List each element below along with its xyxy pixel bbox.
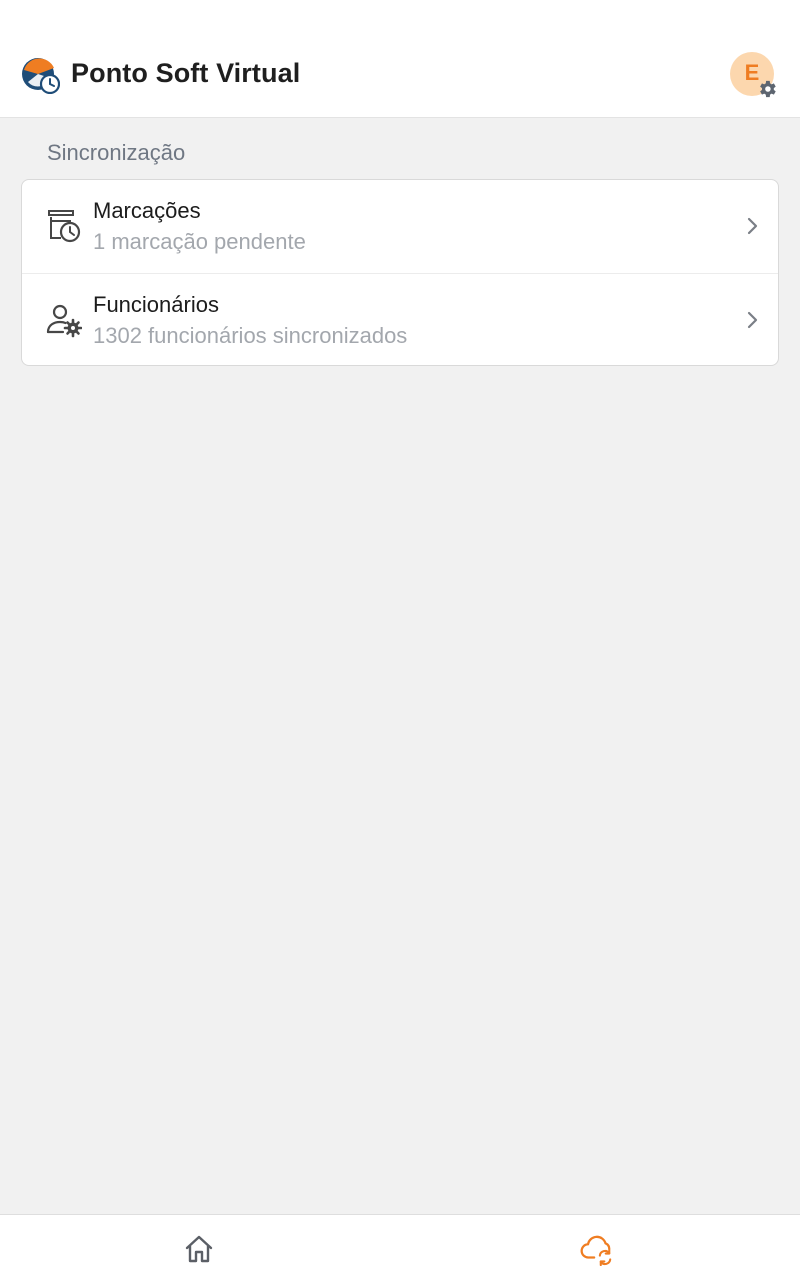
gear-icon [760,80,776,98]
app-title: Ponto Soft Virtual [71,58,301,88]
app-root: Ponto Soft Virtual E Sincronização Marca… [0,0,800,1280]
nav-home-button[interactable] [0,1215,400,1280]
user-avatar-button[interactable]: E [730,52,780,100]
list-item-funcionarios[interactable]: Funcionários 1302 funcionários sincroniz… [22,273,778,365]
sync-list: Marcações 1 marcação pendente Funcionári… [21,179,779,366]
app-header: Ponto Soft Virtual E [0,0,800,118]
list-item-marcacoes[interactable]: Marcações 1 marcação pendente [22,180,778,273]
home-icon [185,1235,213,1263]
chevron-right-icon [747,217,758,235]
list-item-subtitle: 1302 funcionários sincronizados [93,323,408,348]
user-gear-icon [46,304,82,338]
nav-sync-button[interactable] [400,1215,800,1280]
cloud-sync-icon [580,1235,612,1266]
list-item-title: Marcações [93,198,201,223]
bottom-nav [0,1214,800,1280]
list-item-subtitle: 1 marcação pendente [93,229,306,254]
calendar-clock-icon [48,210,81,243]
list-item-title: Funcionários [93,292,219,317]
section-title: Sincronização [47,140,186,165]
chevron-right-icon [747,311,758,329]
clock-logo-icon [22,58,60,94]
